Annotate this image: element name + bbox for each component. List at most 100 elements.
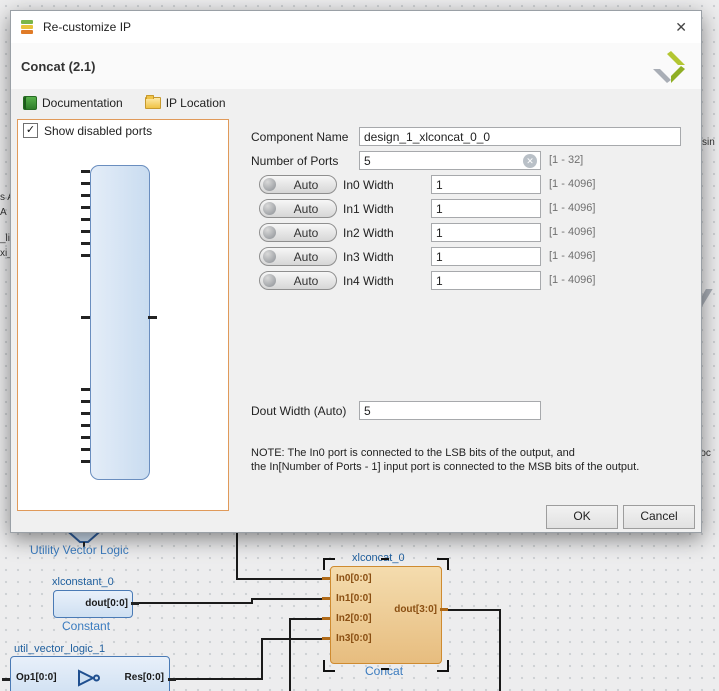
close-icon[interactable]: ✕ xyxy=(671,17,691,38)
disabled-port-pins-bottom xyxy=(81,388,90,471)
in0-width-label: In0 Width xyxy=(343,178,394,192)
dout-pin[interactable] xyxy=(440,608,448,611)
auto-label: Auto xyxy=(276,178,336,192)
op1-port: Op1[0:0] xyxy=(16,672,57,683)
xlconstant-dout-port: dout[0:0] xyxy=(85,598,128,609)
symbol-input-pin xyxy=(81,316,90,319)
component-name-label: Component Name xyxy=(251,130,348,144)
in2-auto-toggle[interactable]: Auto xyxy=(259,223,337,242)
in1-port: In1[0:0] xyxy=(336,593,372,604)
xlconstant-block[interactable]: dout[0:0] xyxy=(53,590,133,618)
in4-width-label: In4 Width xyxy=(343,274,394,288)
in0-width-range: [1 - 4096] xyxy=(549,178,595,190)
in3-auto-toggle[interactable]: Auto xyxy=(259,247,337,266)
in3-port: In3[0:0] xyxy=(336,633,372,644)
toggle-knob-icon xyxy=(263,202,276,215)
in1-pin[interactable] xyxy=(322,597,330,600)
dout-width-input[interactable] xyxy=(359,401,541,420)
xlconcat-label: Concat xyxy=(365,664,403,678)
xlconcat-block[interactable]: In0[0:0] In1[0:0] In2[0:0] In3[0:0] dout… xyxy=(330,566,442,664)
res-port: Res[0:0] xyxy=(125,672,164,683)
symbol-preview-panel: ✓ Show disabled ports xyxy=(17,119,229,511)
ip-customize-icon xyxy=(21,20,35,34)
show-disabled-ports-checkbox[interactable]: ✓ xyxy=(23,123,38,138)
dialog-title: Re-customize IP xyxy=(43,20,131,34)
note-line-1: NOTE: The In0 port is connected to the L… xyxy=(251,447,575,459)
in1-auto-toggle[interactable]: Auto xyxy=(259,199,337,218)
auto-label: Auto xyxy=(276,202,336,216)
clipped-text-fragment: _li xyxy=(0,233,10,244)
documentation-icon xyxy=(23,96,37,110)
dialog-banner: Concat (2.1) xyxy=(11,43,701,89)
clear-value-icon[interactable]: ✕ xyxy=(523,154,537,168)
in4-width-range: [1 - 4096] xyxy=(549,274,595,286)
documentation-button[interactable]: Documentation xyxy=(19,94,127,112)
disabled-port-pins-top xyxy=(81,170,90,257)
in2-port: In2[0:0] xyxy=(336,613,372,624)
in2-width-range: [1 - 4096] xyxy=(549,226,595,238)
toggle-knob-icon xyxy=(263,250,276,263)
ok-button[interactable]: OK xyxy=(546,505,618,529)
xlconstant-instance-name: xlconstant_0 xyxy=(52,576,114,588)
toggle-knob-icon xyxy=(263,274,276,287)
ip-location-button[interactable]: IP Location xyxy=(141,94,230,112)
in3-width-input[interactable] xyxy=(431,247,541,266)
auto-label: Auto xyxy=(276,250,336,264)
wire[interactable] xyxy=(176,639,322,679)
number-of-ports-input[interactable] xyxy=(359,151,541,170)
utility-vector-logic-label: Utility Vector Logic xyxy=(30,543,129,557)
symbol-output-pin xyxy=(148,316,157,319)
cancel-button[interactable]: Cancel xyxy=(623,505,695,529)
wire[interactable] xyxy=(237,531,322,579)
ip-symbol-preview xyxy=(90,165,150,480)
xlconcat-instance-name: xlconcat_0 xyxy=(352,552,405,564)
wire[interactable] xyxy=(139,599,322,603)
auto-label: Auto xyxy=(276,274,336,288)
xilinx-logo-icon xyxy=(649,49,689,85)
in0-port: In0[0:0] xyxy=(336,573,372,584)
folder-icon xyxy=(145,97,161,109)
selection-dash xyxy=(381,558,389,560)
ip-location-label: IP Location xyxy=(166,96,226,110)
component-name-input[interactable] xyxy=(359,127,681,146)
in0-pin[interactable] xyxy=(322,577,330,580)
wire[interactable] xyxy=(290,619,322,691)
in3-width-label: In3 Width xyxy=(343,250,394,264)
ip-name-title: Concat (2.1) xyxy=(21,59,95,74)
in2-width-label: In2 Width xyxy=(343,226,394,240)
op1-pin[interactable] xyxy=(2,678,10,681)
dout-width-label: Dout Width (Auto) xyxy=(251,404,346,418)
wire[interactable] xyxy=(448,610,500,691)
dout-port: dout[3:0] xyxy=(394,604,437,615)
xlconstant-dout-pin[interactable] xyxy=(131,602,139,605)
in2-width-input[interactable] xyxy=(431,223,541,242)
util-vector-logic-block[interactable]: Op1[0:0] Res[0:0] xyxy=(10,656,170,691)
show-disabled-ports-row: ✓ Show disabled ports xyxy=(23,123,152,138)
toggle-knob-icon xyxy=(263,178,276,191)
util-vector-logic-instance-name: util_vector_logic_1 xyxy=(14,643,105,655)
in0-width-input[interactable] xyxy=(431,175,541,194)
toggle-knob-icon xyxy=(263,226,276,239)
in0-auto-toggle[interactable]: Auto xyxy=(259,175,337,194)
in4-auto-toggle[interactable]: Auto xyxy=(259,271,337,290)
selection-dash xyxy=(381,668,389,670)
in4-width-input[interactable] xyxy=(431,271,541,290)
in1-width-range: [1 - 4096] xyxy=(549,202,595,214)
selection-corner xyxy=(437,660,449,672)
in3-pin[interactable] xyxy=(322,637,330,640)
vivado-block-design-canvas: Utility Vector Logic xlconstant_0 dout[0… xyxy=(0,0,719,691)
in1-width-input[interactable] xyxy=(431,199,541,218)
note-line-2: the In[Number of Ports - 1] input port i… xyxy=(251,461,639,473)
xlconstant-label: Constant xyxy=(62,619,110,633)
auto-label: Auto xyxy=(276,226,336,240)
recustomize-ip-dialog: Re-customize IP ✕ Concat (2.1) Documenta… xyxy=(10,10,702,533)
selection-corner xyxy=(323,660,335,672)
documentation-label: Documentation xyxy=(42,96,123,110)
in2-pin[interactable] xyxy=(322,617,330,620)
not-gate-icon xyxy=(77,669,103,687)
in1-width-label: In1 Width xyxy=(343,202,394,216)
res-pin[interactable] xyxy=(168,678,176,681)
clipped-text-fragment: A xyxy=(0,207,7,218)
selection-corner xyxy=(323,558,335,570)
dialog-titlebar[interactable]: Re-customize IP ✕ xyxy=(11,11,701,43)
